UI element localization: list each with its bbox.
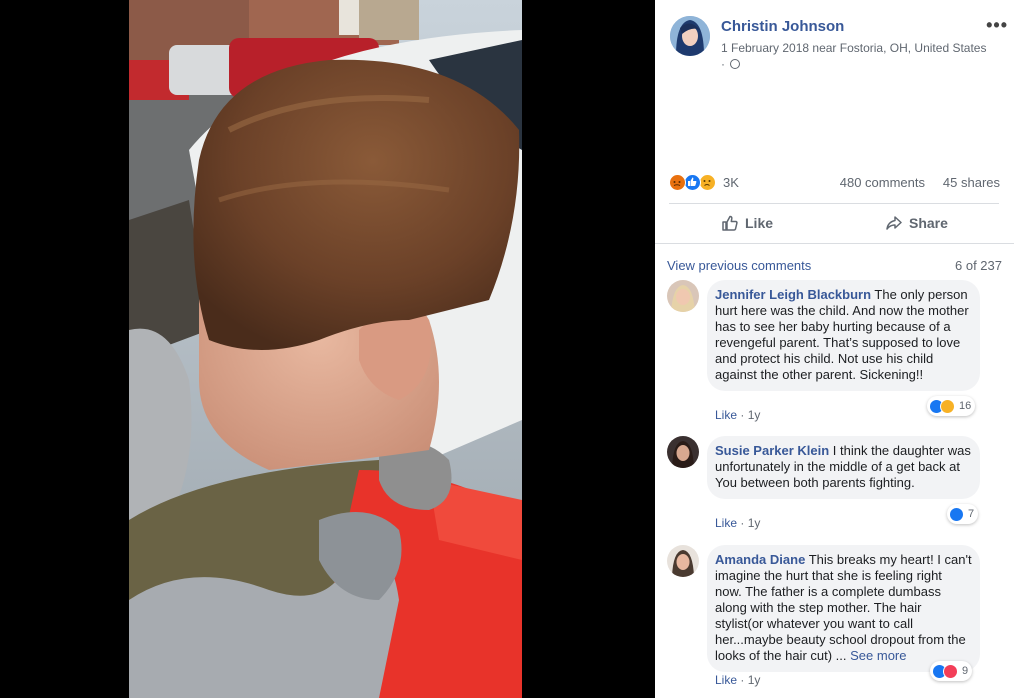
comment-like-link[interactable]: Like	[715, 408, 737, 422]
comment-time[interactable]: 1y	[748, 516, 761, 530]
comment-action-separator: ·	[737, 408, 748, 422]
comment-time[interactable]: 1y	[748, 408, 761, 422]
sad-icon	[699, 174, 716, 191]
comment-reactions[interactable]: 9	[930, 661, 973, 681]
post-photo[interactable]	[129, 0, 522, 698]
post-panel: Christin Johnson 1 February 2018 near Fo…	[655, 0, 1014, 698]
like-icon	[949, 506, 964, 522]
comment-reactions[interactable]: 16	[927, 396, 976, 416]
photo-viewer	[0, 0, 655, 698]
share-button-label: Share	[909, 215, 948, 231]
comment-reaction-count: 16	[959, 400, 972, 412]
share-button[interactable]: Share	[885, 204, 948, 242]
author-name[interactable]: Christin Johnson	[721, 18, 844, 35]
reaction-count[interactable]: 3K	[723, 175, 739, 190]
author-avatar[interactable]	[670, 16, 710, 56]
author-avatar-image	[670, 16, 710, 56]
comment-like-link[interactable]: Like	[715, 516, 737, 530]
comment-reaction-count: 9	[962, 665, 969, 677]
post-meta: 1 February 2018 near Fostoria, OH, Unite…	[721, 40, 1006, 72]
comment-actions: Like · 1y	[715, 408, 760, 422]
like-icon	[684, 174, 701, 191]
more-options-button[interactable]: •••	[986, 15, 1008, 36]
comment-actions: Like · 1y	[715, 673, 760, 687]
globe-icon[interactable]	[730, 59, 741, 69]
action-row: Like Share	[669, 204, 999, 242]
comment-actions: Like · 1y	[715, 516, 760, 530]
privacy-separator: ·	[721, 57, 725, 71]
comment-time[interactable]: 1y	[748, 673, 761, 687]
commenter-name[interactable]: Amanda Diane	[715, 552, 805, 567]
commenter-avatar[interactable]	[667, 436, 699, 468]
shares-count[interactable]: 45 shares	[943, 175, 1000, 190]
comments-pager: 6 of 237	[955, 258, 1002, 273]
angry-icon	[669, 174, 686, 191]
post-date-location[interactable]: 1 February 2018 near Fostoria, OH, Unite…	[721, 41, 986, 55]
commenter-avatar[interactable]	[667, 280, 699, 312]
commenter-name[interactable]: Jennifer Leigh Blackburn	[715, 287, 871, 302]
reactions-bar: 3K 480 comments 45 shares	[669, 174, 1000, 192]
love-icon	[943, 663, 958, 679]
haha-icon	[940, 398, 955, 414]
comment-text: This breaks my heart! I can't imagine th…	[715, 552, 972, 663]
thumbs-up-icon	[722, 215, 738, 231]
commenter-avatar[interactable]	[667, 545, 699, 577]
comment-reaction-count: 7	[968, 508, 975, 520]
comment-action-separator: ·	[737, 673, 748, 687]
commenter-name[interactable]: Susie Parker Klein	[715, 443, 829, 458]
comment-like-link[interactable]: Like	[715, 673, 737, 687]
comments-count[interactable]: 480 comments	[840, 175, 925, 190]
comments-section: View previous comments 6 of 237 Jennifer…	[655, 243, 1014, 698]
comment-item: Jennifer Leigh Blackburn The only person…	[667, 280, 1007, 430]
like-button[interactable]: Like	[721, 204, 773, 242]
comment-item: Amanda Diane This breaks my heart! I can…	[667, 545, 1007, 695]
comment-reactions[interactable]: 7	[947, 504, 979, 524]
view-previous-comments-link[interactable]: View previous comments	[667, 258, 811, 273]
comment-bubble: Jennifer Leigh Blackburn The only person…	[707, 280, 980, 391]
comment-bubble: Amanda Diane This breaks my heart! I can…	[707, 545, 980, 672]
see-more-link[interactable]: See more	[850, 648, 906, 663]
post-header: Christin Johnson 1 February 2018 near Fo…	[670, 15, 1010, 75]
comment-item: Susie Parker Klein I think the daughter …	[667, 436, 1007, 536]
share-icon	[886, 216, 902, 230]
comment-action-separator: ·	[737, 516, 748, 530]
comment-bubble: Susie Parker Klein I think the daughter …	[707, 436, 980, 499]
photo-image	[129, 0, 522, 698]
like-button-label: Like	[745, 215, 774, 231]
